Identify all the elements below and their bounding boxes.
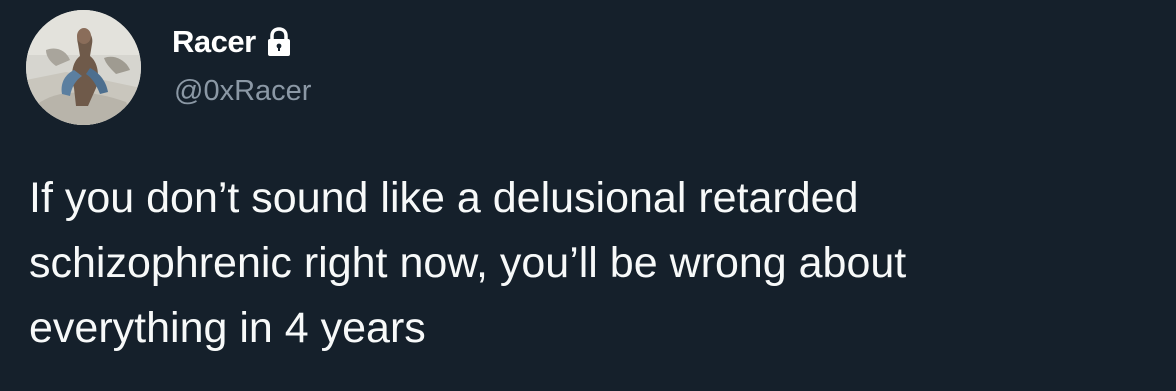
tweet-card: Racer @0xRacer If you don’t sound like a…: [0, 0, 1176, 391]
display-name[interactable]: Racer: [172, 24, 256, 60]
tweet-text: If you don’t sound like a delusional ret…: [29, 174, 907, 352]
user-handle[interactable]: @0xRacer: [174, 75, 311, 108]
avatar-photo-icon: [26, 10, 141, 125]
lock-icon: [264, 26, 294, 58]
name-row: Racer: [172, 22, 294, 62]
avatar[interactable]: [26, 10, 141, 125]
